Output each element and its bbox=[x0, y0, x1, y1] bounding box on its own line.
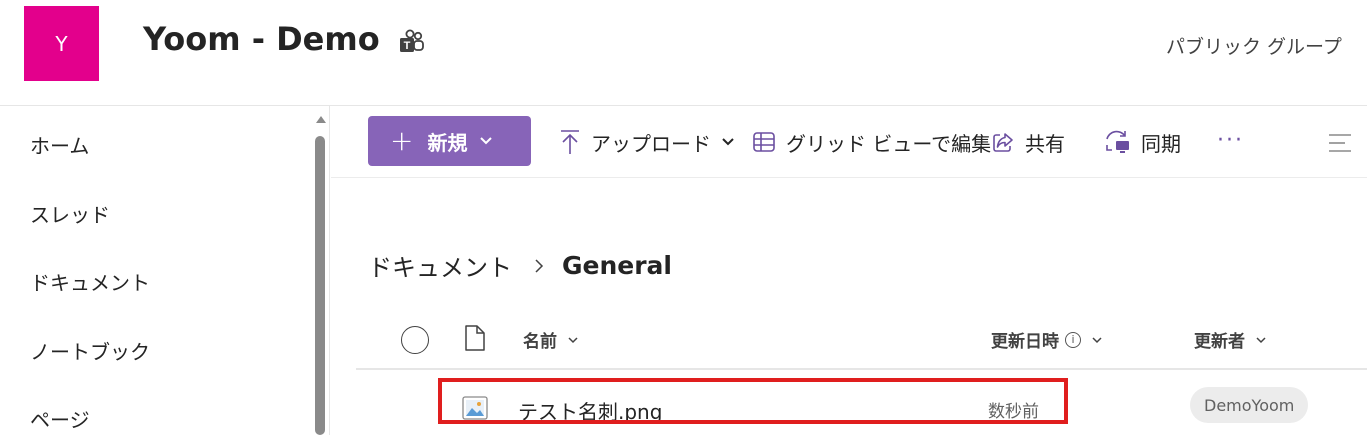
column-modified-label: 更新日時 bbox=[991, 332, 1059, 352]
upload-arrow-icon bbox=[561, 130, 579, 154]
select-all-checkbox[interactable] bbox=[401, 326, 429, 354]
chevron-down-icon bbox=[1256, 336, 1266, 343]
chevron-right-icon bbox=[535, 258, 544, 273]
table-row[interactable]: テスト名刺.png 数秒前 DemoYoom bbox=[356, 372, 1367, 435]
site-avatar[interactable]: Y bbox=[24, 6, 99, 81]
breadcrumb-current-folder: General bbox=[562, 251, 672, 280]
chevron-down-icon bbox=[480, 137, 493, 145]
image-file-icon bbox=[462, 396, 488, 420]
nav-item-threads[interactable]: スレッド bbox=[30, 199, 110, 228]
plus-icon: + bbox=[390, 124, 414, 157]
share-icon bbox=[993, 133, 1013, 152]
grid-edit-button[interactable]: グリッド ビューで編集 bbox=[752, 126, 991, 158]
scroll-up-arrow-icon[interactable] bbox=[316, 116, 326, 123]
sync-button[interactable]: 同期 bbox=[1103, 126, 1181, 158]
command-bar: + 新規 アップロード グリッド ビューで編集 共有 同期 ··· bbox=[331, 106, 1367, 178]
chevron-down-icon bbox=[1092, 336, 1102, 343]
nav-item-documents[interactable]: ドキュメント bbox=[30, 267, 150, 296]
site-title[interactable]: Yoom - Demo bbox=[143, 20, 380, 58]
share-button[interactable]: 共有 bbox=[991, 126, 1065, 158]
column-modified-by-label: 更新者 bbox=[1194, 332, 1245, 352]
file-type-icon[interactable] bbox=[464, 324, 486, 352]
more-options-icon[interactable]: ··· bbox=[1217, 128, 1244, 153]
new-button-label: 新規 bbox=[427, 130, 468, 155]
breadcrumb: ドキュメント General bbox=[368, 248, 672, 283]
column-header-name[interactable]: 名前 bbox=[523, 327, 579, 352]
scroll-thumb[interactable] bbox=[315, 136, 325, 435]
group-type-label: パブリック グループ bbox=[1166, 36, 1342, 58]
modified-time: 数秒前 bbox=[988, 402, 1039, 422]
chevron-down-icon bbox=[722, 138, 734, 146]
column-name-label: 名前 bbox=[523, 332, 557, 352]
teams-icon[interactable]: T bbox=[398, 28, 426, 56]
grid-view-icon bbox=[753, 132, 775, 152]
sync-icon bbox=[1106, 130, 1129, 153]
nav-item-notebook[interactable]: ノートブック bbox=[30, 336, 150, 365]
nav-item-pages[interactable]: ページ bbox=[30, 404, 90, 433]
column-header-modified-by[interactable]: 更新者 bbox=[1194, 327, 1267, 352]
table-header: 名前 更新日時 i 更新者 bbox=[356, 318, 1367, 370]
left-navigation: ホーム スレッド ドキュメント ノートブック ページ bbox=[0, 106, 330, 435]
avatar-letter: Y bbox=[55, 31, 68, 56]
svg-text:T: T bbox=[404, 40, 411, 52]
upload-label: アップロード bbox=[591, 131, 711, 156]
file-name-link[interactable]: テスト名刺.png bbox=[518, 396, 662, 425]
chevron-down-icon bbox=[568, 336, 578, 343]
breadcrumb-documents[interactable]: ドキュメント bbox=[368, 248, 512, 283]
new-button[interactable]: + 新規 bbox=[368, 116, 531, 166]
grid-edit-label: グリッド ビューで編集 bbox=[786, 131, 992, 156]
share-label: 共有 bbox=[1025, 131, 1065, 156]
upload-button[interactable]: アップロード bbox=[559, 126, 735, 158]
modified-by-badge[interactable]: DemoYoom bbox=[1190, 387, 1309, 423]
view-options-icon[interactable] bbox=[1327, 132, 1357, 154]
sync-label: 同期 bbox=[1141, 131, 1181, 156]
nav-item-home[interactable]: ホーム bbox=[30, 130, 89, 159]
site-header: Y Yoom - Demo T パブリック グループ bbox=[0, 0, 1367, 106]
column-header-modified[interactable]: 更新日時 i bbox=[991, 327, 1103, 352]
info-icon[interactable]: i bbox=[1065, 331, 1081, 348]
sidebar-scrollbar[interactable] bbox=[313, 114, 327, 435]
